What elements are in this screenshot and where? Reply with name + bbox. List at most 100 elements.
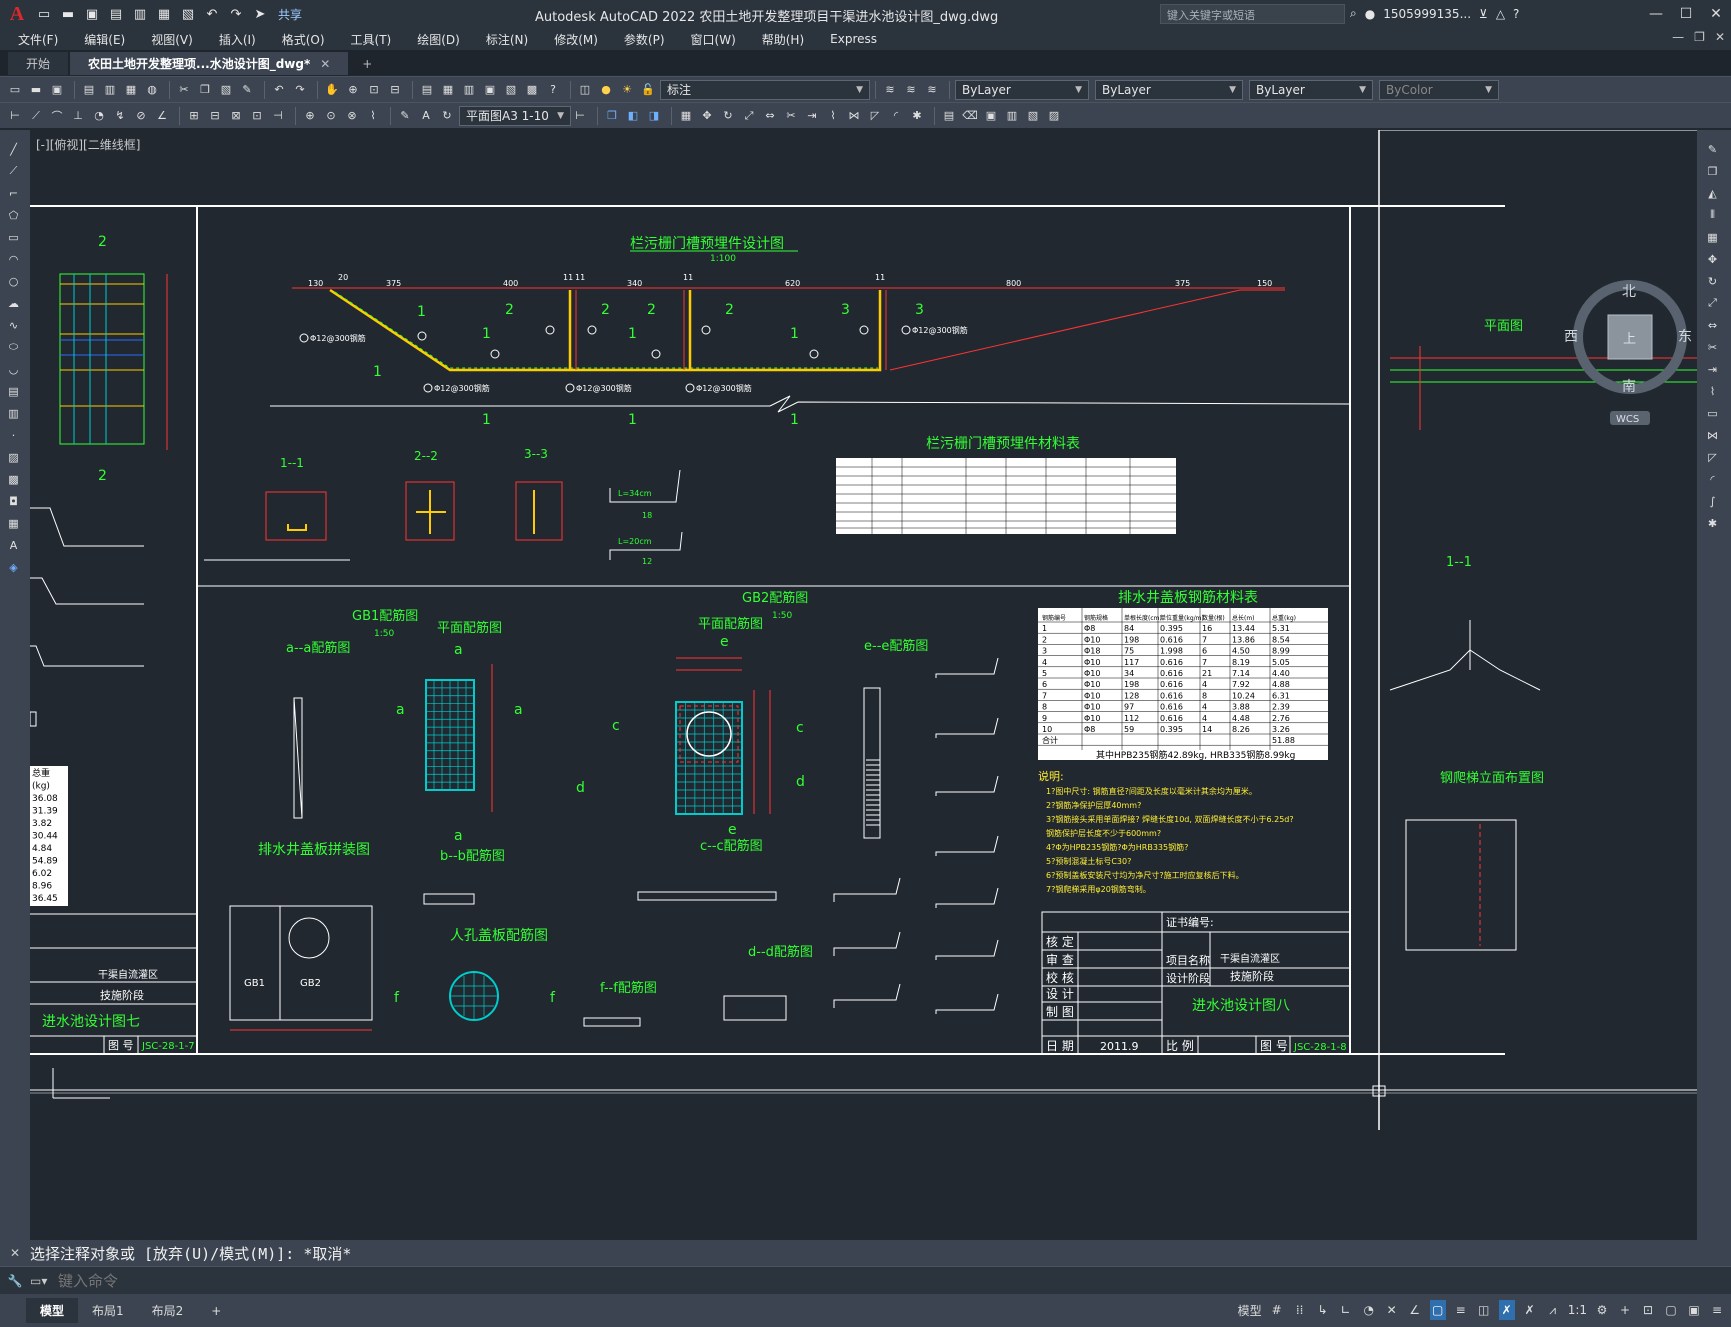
doc-close-icon[interactable]: ✕ [1715, 30, 1725, 44]
rotate-icon[interactable]: ↻ [1704, 272, 1722, 290]
add-layout-icon[interactable]: + [197, 1300, 235, 1322]
layer-previous-icon[interactable]: ≋ [902, 81, 920, 99]
blend-icon[interactable]: ∫ [1704, 492, 1722, 510]
print-icon[interactable]: ▤ [80, 81, 98, 99]
trim-icon[interactable]: ✂ [1704, 338, 1722, 356]
minimize-icon[interactable]: — [1641, 0, 1671, 28]
scale-icon[interactable]: ⤢ [1704, 294, 1722, 312]
xref-icon[interactable]: ▨ [1045, 107, 1063, 125]
selection-cycling-icon[interactable]: ▢ [1429, 1300, 1446, 1320]
undo-icon[interactable]: ↶ [270, 81, 288, 99]
osnap-track-icon[interactable]: ✕ [1384, 1300, 1400, 1320]
add-selected-icon[interactable]: ◈ [5, 558, 23, 576]
polygon-icon[interactable]: ⬠ [5, 206, 23, 224]
3d-print-icon[interactable]: ◍ [143, 81, 161, 99]
search-input[interactable]: 键入关键字或短语 [1160, 4, 1345, 24]
color-combo[interactable]: ByLayer ▼ [955, 79, 1089, 100]
tolerance-icon[interactable]: ⊕ [301, 107, 319, 125]
menu-item-5[interactable]: 工具(T) [351, 31, 392, 48]
share-icon[interactable]: ➤ [250, 4, 270, 24]
arc-icon[interactable]: ◠ [5, 250, 23, 268]
cut-icon[interactable]: ✂ [175, 81, 193, 99]
mirror-icon[interactable]: ◭ [1704, 184, 1722, 202]
plus-icon[interactable]: + [1617, 1300, 1633, 1320]
layer-state-icon[interactable]: ≋ [881, 81, 899, 99]
linetype-combo[interactable]: ByLayer ▼ [1095, 79, 1243, 100]
chamfer-icon[interactable]: ◸ [866, 107, 884, 125]
copy-icon[interactable]: ❐ [196, 81, 214, 99]
tab-close-icon[interactable]: ✕ [320, 57, 330, 71]
close-icon[interactable]: ✕ [1701, 0, 1731, 28]
grid-icon[interactable]: # [1269, 1300, 1285, 1320]
maximize-icon[interactable]: ☐ [1671, 0, 1701, 28]
menu-item-4[interactable]: 格式(O) [282, 31, 325, 48]
break-icon[interactable]: ⌇ [824, 107, 842, 125]
viewcube[interactable]: 上 北 南 东 西 WCS [1560, 275, 1697, 465]
region-icon[interactable]: ◘ [5, 492, 23, 510]
jogged-linear-icon[interactable]: ⌇ [364, 107, 382, 125]
join-icon[interactable]: ⋈ [1704, 426, 1722, 444]
draworder-icon[interactable]: ▤ [940, 107, 958, 125]
menu-item-11[interactable]: 帮助(H) [762, 31, 804, 48]
ortho-icon[interactable]: ∟ [1338, 1300, 1354, 1320]
save-web-icon[interactable]: ▦ [154, 4, 174, 24]
trim-icon[interactable]: ✂ [782, 107, 800, 125]
insert-icon[interactable]: ▥ [1003, 107, 1021, 125]
search-icon[interactable]: ⌕ [1350, 6, 1357, 21]
erase-icon[interactable]: ✎ [1704, 140, 1722, 158]
circle-icon[interactable]: ○ [5, 272, 23, 290]
dim-update-icon[interactable]: ↻ [438, 107, 456, 125]
inspect-icon[interactable]: ⊗ [343, 107, 361, 125]
revcloud-icon[interactable]: ☁ [5, 294, 23, 312]
auto-scale-icon[interactable]: ✗ [1522, 1300, 1538, 1320]
move-icon[interactable]: ✥ [1704, 250, 1722, 268]
menu-item-8[interactable]: 修改(M) [554, 31, 598, 48]
scale-icon[interactable]: ⤢ [740, 107, 758, 125]
redo-icon[interactable]: ↷ [291, 81, 309, 99]
lineweight-icon[interactable]: ≡ [1453, 1300, 1469, 1320]
offset-icon[interactable]: ◨ [645, 107, 663, 125]
dim-jogged-icon[interactable]: ↯ [111, 107, 129, 125]
menu-item-10[interactable]: 窗口(W) [691, 31, 736, 48]
dim-break-icon[interactable]: ⊣ [269, 107, 287, 125]
rotate-icon[interactable]: ↻ [719, 107, 737, 125]
menu-item-3[interactable]: 插入(I) [219, 31, 256, 48]
spline-icon[interactable]: ∿ [5, 316, 23, 334]
ellipse-icon[interactable]: ⬭ [5, 338, 23, 356]
menu-item-12[interactable]: Express [830, 32, 877, 46]
customize-icon[interactable]: 🔧 [0, 1274, 30, 1288]
annotation-scale-icon[interactable]: ⩘ [1545, 1300, 1561, 1320]
help-icon[interactable]: ? [1513, 7, 1519, 21]
viewport-label[interactable]: [-][俯视][二维线框] [36, 136, 140, 153]
menu-item-0[interactable]: 文件(F) [18, 31, 58, 48]
open-icon[interactable]: ▬ [27, 81, 45, 99]
doc-restore-icon[interactable]: ❐ [1694, 30, 1705, 44]
explode-icon[interactable]: ✱ [1704, 514, 1722, 532]
dim-baseline-icon[interactable]: ⊟ [206, 107, 224, 125]
extend-icon[interactable]: ⇥ [803, 107, 821, 125]
wblock-icon[interactable]: ▧ [1024, 107, 1042, 125]
dim-arc-icon[interactable]: ⌒ [48, 107, 66, 125]
osnap-icon[interactable]: ∠ [1407, 1300, 1423, 1320]
close-cmd-icon[interactable]: ✕ [0, 1246, 30, 1260]
dim-edit-icon[interactable]: ✎ [396, 107, 414, 125]
dim-text-edit-icon[interactable]: A [417, 107, 435, 125]
user-icon[interactable]: ● [1365, 7, 1375, 21]
layer-freeze-icon[interactable]: ☀ [618, 81, 636, 99]
stretch-icon[interactable]: ⇔ [1704, 316, 1722, 334]
sheet-set-icon[interactable]: ▣ [481, 81, 499, 99]
plotstyle-combo[interactable]: ByColor ▼ [1379, 79, 1499, 100]
stretch-icon[interactable]: ⇔ [761, 107, 779, 125]
isolate-icon[interactable]: ⊡ [1640, 1300, 1656, 1320]
menu-item-2[interactable]: 视图(V) [151, 31, 193, 48]
erase-icon[interactable]: ⌫ [961, 107, 979, 125]
markup-icon[interactable]: ▧ [502, 81, 520, 99]
snap-icon[interactable]: ⁞⁞ [1292, 1300, 1308, 1320]
layer-on-icon[interactable]: ● [597, 81, 615, 99]
gradient-icon[interactable]: ▩ [5, 470, 23, 488]
table-icon[interactable]: ▦ [5, 514, 23, 532]
calculator-icon[interactable]: ▩ [523, 81, 541, 99]
menu-item-9[interactable]: 参数(P) [624, 31, 665, 48]
autocad-logo-icon[interactable]: A [0, 0, 34, 28]
annotation-visibility-icon[interactable]: ✗ [1498, 1300, 1515, 1320]
